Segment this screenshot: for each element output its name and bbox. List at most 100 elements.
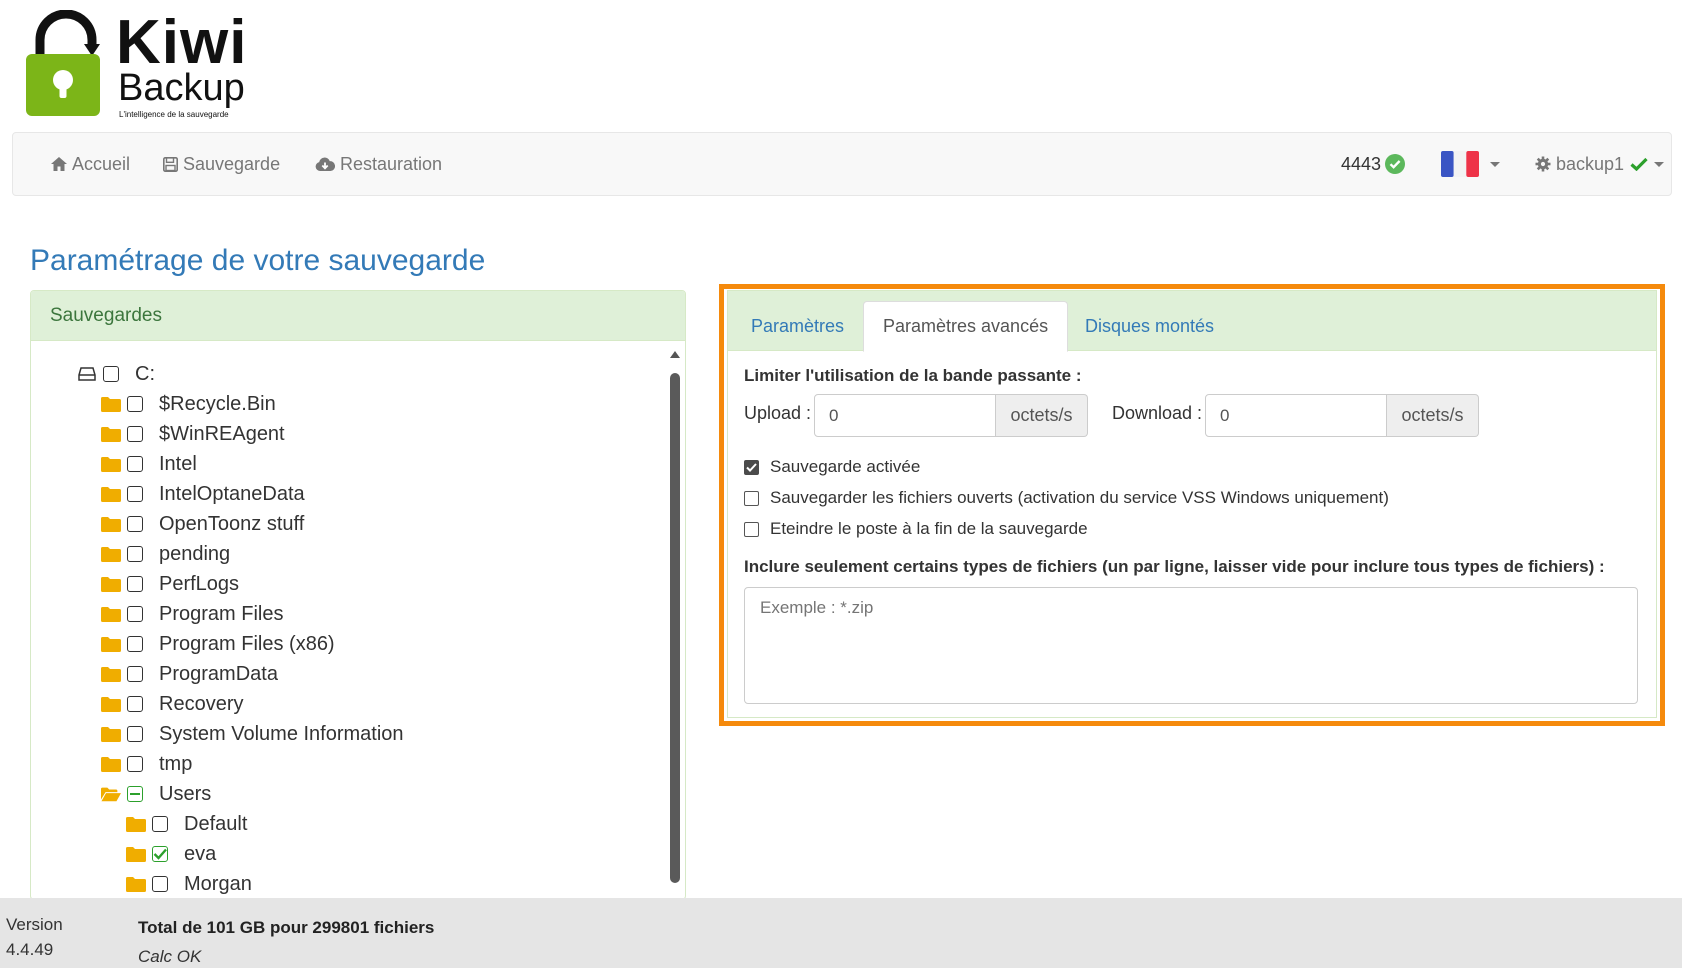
checkbox-sauvegarde-activee[interactable] bbox=[744, 459, 759, 475]
tree-row[interactable]: $WinREAgent bbox=[101, 419, 285, 449]
tree-checkbox[interactable] bbox=[127, 696, 143, 712]
footer-calc-status: Calc OK bbox=[138, 947, 202, 966]
backups-panel-heading: Sauvegardes bbox=[31, 291, 685, 341]
tree-checkbox[interactable] bbox=[127, 666, 143, 682]
tree-row[interactable]: Default bbox=[126, 809, 247, 839]
nav-sauvegarde[interactable]: Sauvegarde bbox=[163, 133, 280, 195]
option-sauvegarde-activee[interactable]: Sauvegarde activée bbox=[744, 457, 920, 477]
tree-row[interactable]: tmp bbox=[101, 749, 192, 779]
tree-label: Default bbox=[184, 812, 248, 835]
save-icon bbox=[163, 156, 178, 172]
tree-checkbox[interactable] bbox=[127, 426, 143, 442]
download-input[interactable] bbox=[1205, 394, 1387, 437]
folder-icon bbox=[126, 875, 146, 893]
tree-checkbox[interactable] bbox=[127, 546, 143, 562]
tree-label: Program Files bbox=[159, 602, 284, 625]
tree-row[interactable]: Intel bbox=[101, 449, 197, 479]
folder-icon bbox=[101, 575, 121, 593]
tab-parametres-avances[interactable]: Paramètres avancés bbox=[863, 301, 1069, 352]
tab-disques-montes[interactable]: Disques montés bbox=[1066, 301, 1233, 352]
tree-row[interactable]: Users bbox=[101, 779, 211, 809]
tree-checkbox[interactable] bbox=[152, 816, 168, 832]
tree-row[interactable]: System Volume Information bbox=[101, 719, 404, 749]
tree-label: $Recycle.Bin bbox=[159, 392, 276, 415]
tree-row[interactable]: PerfLogs bbox=[101, 569, 239, 599]
home-icon bbox=[51, 157, 67, 171]
gear-icon bbox=[1535, 156, 1551, 172]
tree-checkbox[interactable] bbox=[127, 396, 143, 412]
settings-tabs: Paramètres Paramètres avancés Disques mo… bbox=[728, 291, 1656, 352]
tree-label: ProgramData bbox=[159, 662, 278, 685]
logo-tagline: L'intelligence de la sauvegarde bbox=[119, 110, 229, 119]
cloud-download-icon bbox=[315, 157, 335, 171]
france-flag-icon bbox=[1441, 151, 1479, 177]
folder-icon bbox=[101, 665, 121, 683]
nav-restauration[interactable]: Restauration bbox=[315, 133, 442, 195]
tree-checkbox[interactable] bbox=[152, 846, 168, 862]
tree-row[interactable]: Recovery bbox=[101, 689, 243, 719]
tree-checkbox[interactable] bbox=[127, 786, 143, 802]
scroll-thumb[interactable] bbox=[670, 373, 680, 883]
tree-row[interactable]: ProgramData bbox=[101, 659, 278, 689]
tree-label: Users bbox=[159, 782, 212, 805]
scroll-up-arrow-icon[interactable] bbox=[670, 351, 680, 358]
tree-checkbox[interactable] bbox=[103, 366, 119, 382]
chevron-down-icon bbox=[1490, 161, 1500, 167]
user-dropdown[interactable]: backup1 bbox=[1535, 133, 1665, 195]
tree-row[interactable]: eva bbox=[126, 839, 216, 869]
tree-row[interactable]: C: bbox=[77, 359, 155, 389]
folder-icon bbox=[101, 455, 121, 473]
tree-row[interactable]: OpenToonz stuff bbox=[101, 509, 304, 539]
folder-open-icon bbox=[101, 785, 121, 803]
tree-checkbox[interactable] bbox=[127, 456, 143, 472]
language-dropdown[interactable] bbox=[1441, 133, 1500, 195]
tree-checkbox[interactable] bbox=[127, 636, 143, 652]
upload-input-group: octets/s bbox=[814, 394, 1088, 437]
tree-checkbox[interactable] bbox=[127, 606, 143, 622]
tab-parametres[interactable]: Paramètres bbox=[732, 301, 863, 352]
upload-unit: octets/s bbox=[996, 394, 1088, 437]
tree-row[interactable]: $Recycle.Bin bbox=[101, 389, 276, 419]
option-eteindre-poste[interactable]: Eteindre le poste à la fin de la sauvega… bbox=[744, 519, 1088, 539]
tree-row[interactable]: pending bbox=[101, 539, 230, 569]
tree-checkbox[interactable] bbox=[127, 486, 143, 502]
option-fichiers-ouverts[interactable]: Sauvegarder les fichiers ouverts (activa… bbox=[744, 488, 1389, 508]
folder-icon bbox=[101, 425, 121, 443]
download-unit: octets/s bbox=[1387, 394, 1479, 437]
top-navbar: Accueil Sauvegarde Restauration 4443 bac… bbox=[12, 132, 1672, 196]
folder-icon bbox=[101, 395, 121, 413]
check-icon bbox=[1630, 157, 1648, 171]
nav-accueil[interactable]: Accueil bbox=[51, 133, 130, 195]
tree-checkbox[interactable] bbox=[127, 726, 143, 742]
folder-icon bbox=[101, 695, 121, 713]
folder-icon bbox=[126, 815, 146, 833]
kiwi-backup-logo: Kiwi Backup L'intelligence de la sauvega… bbox=[26, 10, 266, 120]
tree-row[interactable]: Program Files bbox=[101, 599, 283, 629]
drive-icon bbox=[77, 365, 97, 383]
status-count[interactable]: 4443 bbox=[1341, 133, 1406, 195]
tree-checkbox[interactable] bbox=[127, 756, 143, 772]
folder-icon bbox=[101, 725, 121, 743]
check-circle-icon bbox=[1385, 154, 1406, 174]
include-file-types-textarea[interactable] bbox=[744, 587, 1638, 704]
padlock-logo-icon bbox=[26, 10, 100, 116]
include-label: Inclure seulement certains types de fich… bbox=[744, 557, 1605, 576]
tree-scrollbar[interactable] bbox=[669, 351, 681, 899]
tree-label: IntelOptaneData bbox=[159, 482, 305, 505]
checkbox-eteindre-poste[interactable] bbox=[744, 521, 759, 537]
tree-label: tmp bbox=[159, 752, 193, 775]
checkbox-fichiers-ouverts[interactable] bbox=[744, 490, 759, 506]
tree-checkbox[interactable] bbox=[152, 876, 168, 892]
tree-label: Program Files (x86) bbox=[159, 632, 335, 655]
option-sauvegarde-activee-label: Sauvegarde activée bbox=[770, 457, 921, 476]
tree-row[interactable]: Morgan bbox=[126, 869, 252, 899]
upload-input[interactable] bbox=[814, 394, 996, 437]
tree-checkbox[interactable] bbox=[127, 516, 143, 532]
folder-icon bbox=[101, 485, 121, 503]
tree-label: PerfLogs bbox=[159, 572, 240, 595]
tree-checkbox[interactable] bbox=[127, 576, 143, 592]
footer: Version 4.4.49 Total de 101 GB pour 2998… bbox=[0, 898, 1682, 968]
nav-accueil-label: Accueil bbox=[72, 153, 131, 174]
tree-row[interactable]: Program Files (x86) bbox=[101, 629, 335, 659]
tree-row[interactable]: IntelOptaneData bbox=[101, 479, 305, 509]
